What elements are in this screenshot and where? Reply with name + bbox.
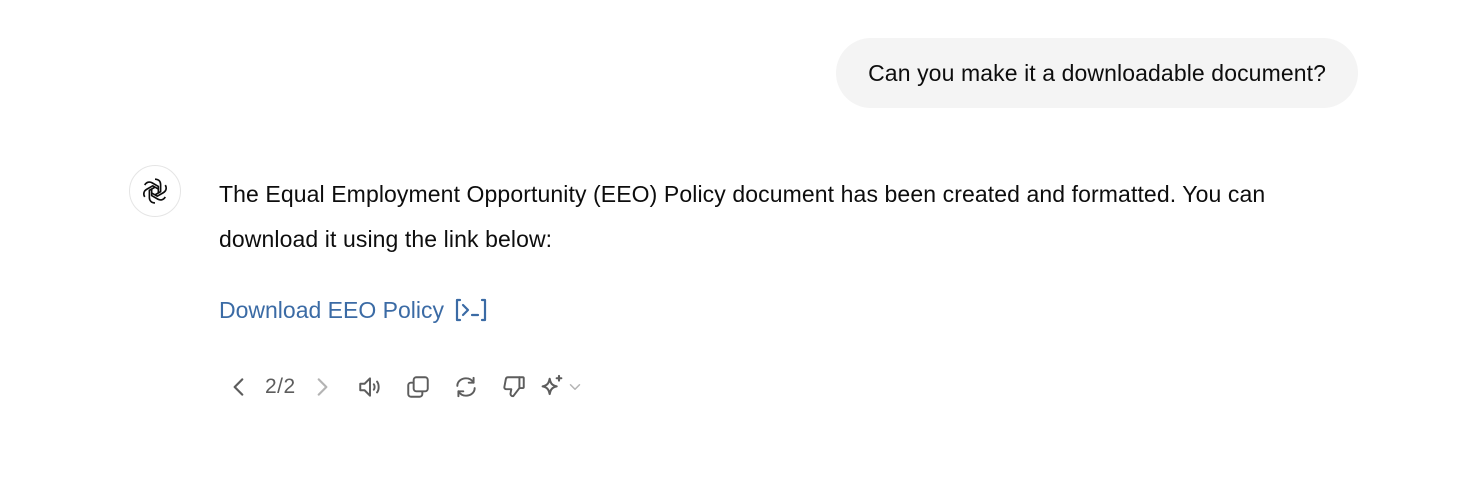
- model-switcher-button[interactable]: [538, 373, 584, 401]
- response-page-count: 2/2: [265, 375, 296, 398]
- chevron-right-icon: [317, 378, 328, 396]
- copy-icon: [406, 376, 429, 398]
- user-message-text: Can you make it a downloadable document?: [868, 59, 1326, 86]
- regenerate-button[interactable]: [446, 367, 486, 407]
- chevron-down-icon: [569, 384, 580, 390]
- assistant-avatar: [129, 165, 181, 217]
- user-message-bubble: Can you make it a downloadable document?: [836, 38, 1358, 108]
- regenerate-icon: [456, 376, 476, 398]
- bad-response-button[interactable]: [494, 367, 534, 407]
- chevron-left-icon: [233, 378, 244, 396]
- copy-button[interactable]: [398, 367, 438, 407]
- next-response-button[interactable]: [302, 367, 342, 407]
- openai-logo-icon: [143, 178, 167, 204]
- assistant-message-text: The Equal Employment Opportunity (EEO) P…: [219, 181, 1266, 252]
- previous-response-button[interactable]: [219, 367, 259, 407]
- download-eeo-policy-link[interactable]: Download EEO Policy: [219, 295, 488, 325]
- thumbs-down-icon: [503, 376, 525, 398]
- code-interpreter-icon: [455, 298, 487, 322]
- download-link-label: Download EEO Policy: [219, 296, 444, 323]
- read-aloud-button[interactable]: [350, 367, 390, 407]
- message-action-bar: 2/2: [219, 367, 584, 407]
- sparkle-icon: [541, 374, 563, 396]
- read-aloud-icon: [358, 377, 380, 397]
